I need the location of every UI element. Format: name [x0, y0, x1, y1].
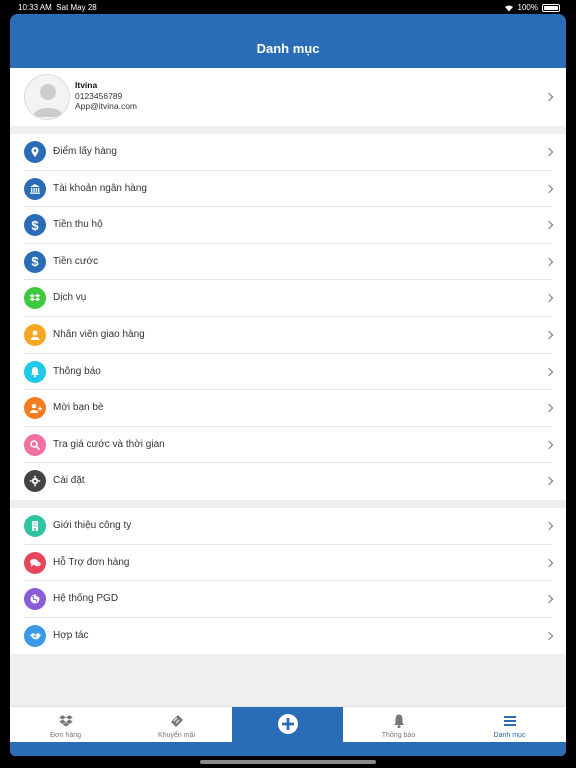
- menu-item-delivery-staff[interactable]: Nhân viên giao hàng: [10, 317, 566, 354]
- search-icon: [24, 433, 46, 456]
- user-icon: [24, 323, 46, 346]
- plus-circle-icon: [277, 714, 298, 734]
- chevron-right-icon: [544, 330, 554, 340]
- location-pin-icon: [24, 141, 46, 163]
- bell-icon: [393, 714, 404, 729]
- menu-item-invite-friends[interactable]: Mời bạn bè: [10, 390, 566, 427]
- menu-item-label: Giới thiệu công ty: [53, 519, 132, 531]
- chevron-right-icon: [544, 521, 554, 531]
- dropbox-icon: [58, 715, 73, 727]
- status-right: 100%: [504, 3, 560, 12]
- avatar: [24, 74, 70, 120]
- user-plus-icon: [24, 397, 46, 420]
- menu-item-price-lookup[interactable]: Tra giá cước và thời gian: [10, 427, 566, 464]
- menu-item-label: Mời bạn bè: [53, 402, 104, 414]
- menu-item-label: Tiền cước: [53, 255, 99, 267]
- menu-item-shipping-fee[interactable]: $ Tiền cước: [10, 244, 566, 281]
- menu-item-label: Điểm lấy hàng: [53, 146, 117, 157]
- chevron-right-icon: [544, 558, 554, 567]
- chevron-right-icon: [544, 631, 554, 640]
- battery-icon: [542, 3, 560, 12]
- chevron-right-icon: [544, 184, 554, 193]
- menu-item-pickup-points[interactable]: Điểm lấy hàng: [10, 134, 566, 171]
- menu-icon: [503, 716, 516, 726]
- profile-name: Itvina: [75, 80, 98, 90]
- chevron-right-icon: [544, 294, 554, 303]
- menu-item-cod[interactable]: $ Tiền thu hộ: [10, 207, 566, 244]
- chevron-right-icon: [544, 367, 554, 376]
- menu-item-label: Nhân viên giao hàng: [53, 328, 145, 340]
- tab-notifications[interactable]: Thông báo: [343, 707, 454, 743]
- chevron-right-icon: [544, 594, 554, 604]
- menu-item-label: Tài khoản ngân hàng: [53, 182, 147, 194]
- menu-item-label: Thông báo: [53, 365, 101, 377]
- tab-create-order[interactable]: [232, 707, 343, 743]
- navigation-bar: Danh mục: [10, 14, 566, 68]
- menu-item-company-intro[interactable]: Giới thiệu công ty: [10, 508, 566, 545]
- menu-item-label: Dịch vụ: [53, 292, 87, 304]
- menu-item-notifications[interactable]: Thông báo: [10, 354, 566, 391]
- tab-menu[interactable]: Danh mục: [454, 707, 565, 743]
- menu-item-label: Tiền thu hộ: [53, 219, 103, 231]
- tab-label: Khuyến mãi: [158, 732, 195, 739]
- chevron-right-icon: [544, 220, 554, 230]
- chevron-right-icon: [544, 147, 554, 157]
- chevron-right-icon: [544, 440, 554, 449]
- tab-label: Thông báo: [381, 732, 416, 739]
- user-placeholder-icon: [33, 84, 63, 117]
- home-indicator[interactable]: [200, 760, 376, 764]
- menu-item-order-support[interactable]: Hỗ Trợ đơn hàng: [10, 545, 566, 582]
- status-bar: 10:33 AM Sat May 28 100%: [0, 0, 576, 14]
- dollar-icon: $: [24, 214, 46, 237]
- bottom-strip: [10, 742, 566, 756]
- chevron-right-icon: [544, 403, 554, 413]
- tab-orders[interactable]: Đơn hàng: [10, 707, 121, 743]
- chat-icon: [24, 551, 46, 574]
- chevron-right-icon: [544, 477, 554, 486]
- bank-icon: [24, 177, 46, 200]
- profile-card[interactable]: Itvina 0123456789 App@itvina.com: [10, 68, 566, 126]
- chevron-right-icon: [544, 257, 554, 267]
- menu-item-label: Cài đặt: [53, 475, 85, 487]
- battery-percent: 100%: [517, 3, 538, 12]
- menu-section-main: Điểm lấy hàng Tài khoản ngân hàng $ Tiền…: [10, 134, 566, 500]
- menu-item-label: Hợp tác: [53, 629, 89, 641]
- page-title: Danh mục: [256, 41, 320, 56]
- menu-item-label: Hỗ Trợ đơn hàng: [53, 556, 130, 568]
- menu-item-label: Tra giá cước và thời gian: [53, 438, 165, 450]
- app-screen: Danh mục Itvina 0123456789 App@itvina.co…: [10, 14, 566, 756]
- menu-item-cooperation[interactable]: Hợp tác: [10, 618, 566, 655]
- profile-info: Itvina 0123456789 App@itvina.com: [75, 80, 137, 112]
- menu-item-services[interactable]: Dịch vụ: [10, 280, 566, 317]
- menu-item-bank-account[interactable]: Tài khoản ngân hàng: [10, 171, 566, 208]
- menu-item-pgd-system[interactable]: Hệ thống PGD: [10, 581, 566, 618]
- handshake-icon: [24, 624, 46, 647]
- globe-icon: [24, 588, 46, 611]
- tab-label: Đơn hàng: [49, 732, 82, 739]
- profile-email: App@itvina.com: [75, 101, 138, 111]
- gear-icon: [24, 470, 46, 493]
- status-time-date: 10:33 AM Sat May 28: [18, 3, 97, 12]
- menu-item-label: Hệ thống PGD: [53, 593, 119, 605]
- wifi-icon: [504, 4, 513, 11]
- menu-section-info: Giới thiệu công ty Hỗ Trợ đơn hàng Hệ th…: [10, 507, 566, 655]
- tab-label: Danh mục: [493, 732, 526, 739]
- tab-promotions[interactable]: Khuyến mãi: [121, 707, 232, 743]
- chevron-right-icon: [544, 92, 554, 102]
- menu-item-settings[interactable]: Cài đặt: [10, 463, 566, 500]
- ticket-icon: [170, 715, 183, 727]
- bell-icon: [24, 360, 46, 383]
- building-icon: [24, 514, 46, 537]
- profile-phone: 0123456789: [75, 90, 123, 101]
- dollar-icon: $: [24, 250, 46, 273]
- dropbox-icon: [24, 287, 46, 310]
